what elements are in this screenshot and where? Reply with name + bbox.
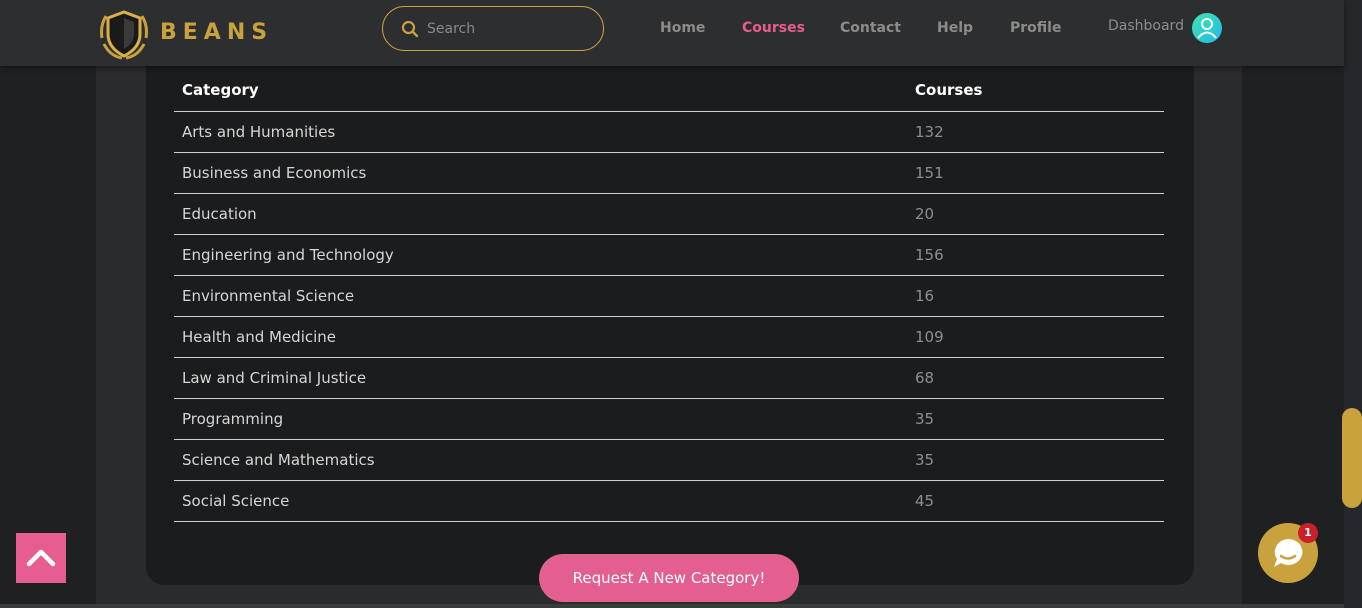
category-cell[interactable]: Education — [174, 193, 907, 235]
search-icon[interactable] — [401, 20, 419, 38]
category-cell[interactable]: Business and Economics — [174, 152, 907, 194]
nav-link-profile[interactable]: Profile — [1010, 20, 1061, 36]
category-cell[interactable]: Science and Mathematics — [174, 439, 907, 481]
dashboard-link[interactable]: Dashboard — [1108, 18, 1184, 34]
course-count-cell: 45 — [907, 480, 1164, 522]
nav-link-help[interactable]: Help — [937, 20, 973, 36]
course-count-cell: 156 — [907, 234, 1164, 276]
table-row[interactable]: Engineering and Technology 156 — [174, 234, 1164, 276]
categories-table: Category Courses Arts and Humanities 132… — [174, 70, 1164, 522]
scrollbar-thumb[interactable] — [1342, 408, 1362, 508]
category-cell[interactable]: Health and Medicine — [174, 316, 907, 358]
top-navbar: BEANS Home Courses Contact Help Profile … — [0, 0, 1344, 66]
page-scrollbar[interactable] — [1344, 0, 1362, 608]
nav-link-courses[interactable]: Courses — [742, 20, 805, 36]
category-cell[interactable]: Social Science — [174, 480, 907, 522]
table-row[interactable]: Business and Economics 151 — [174, 152, 1164, 194]
brand-name[interactable]: BEANS — [160, 20, 273, 45]
course-count-cell: 132 — [907, 111, 1164, 153]
table-row[interactable]: Education 20 — [174, 193, 1164, 235]
category-cell[interactable]: Environmental Science — [174, 275, 907, 317]
table-row[interactable]: Social Science 45 — [174, 480, 1164, 522]
shield-logo-icon[interactable] — [96, 8, 152, 62]
table-row[interactable]: Law and Criminal Justice 68 — [174, 357, 1164, 399]
nav-link-contact[interactable]: Contact — [840, 20, 901, 36]
category-cell[interactable]: Arts and Humanities — [174, 111, 907, 153]
nav-link-home[interactable]: Home — [660, 20, 705, 36]
chevron-up-icon — [16, 549, 66, 586]
course-count-cell: 35 — [907, 398, 1164, 440]
table-header-row: Category Courses — [174, 70, 1164, 112]
category-column-header: Category — [174, 70, 907, 112]
user-avatar-icon[interactable] — [1192, 13, 1222, 43]
table-row[interactable]: Health and Medicine 109 — [174, 316, 1164, 358]
course-count-cell: 109 — [907, 316, 1164, 358]
table-row[interactable]: Science and Mathematics 35 — [174, 439, 1164, 481]
table-row[interactable]: Arts and Humanities 132 — [174, 111, 1164, 153]
courses-column-header: Courses — [907, 70, 1164, 112]
category-cell[interactable]: Law and Criminal Justice — [174, 357, 907, 399]
chat-icon — [1258, 538, 1318, 587]
search-box[interactable] — [382, 6, 604, 51]
table-row[interactable]: Programming 35 — [174, 398, 1164, 440]
category-cell[interactable]: Programming — [174, 398, 907, 440]
course-count-cell: 151 — [907, 152, 1164, 194]
bottom-divider — [0, 604, 1344, 608]
course-count-cell: 16 — [907, 275, 1164, 317]
search-input[interactable] — [427, 17, 587, 41]
course-count-cell: 20 — [907, 193, 1164, 235]
category-cell[interactable]: Engineering and Technology — [174, 234, 907, 276]
chat-notification-badge: 1 — [1298, 523, 1318, 543]
table-row[interactable]: Environmental Science 16 — [174, 275, 1164, 317]
course-count-cell: 35 — [907, 439, 1164, 481]
request-category-button[interactable]: Request A New Category! — [539, 554, 799, 602]
course-count-cell: 68 — [907, 357, 1164, 399]
scroll-to-top-button[interactable] — [16, 533, 66, 583]
